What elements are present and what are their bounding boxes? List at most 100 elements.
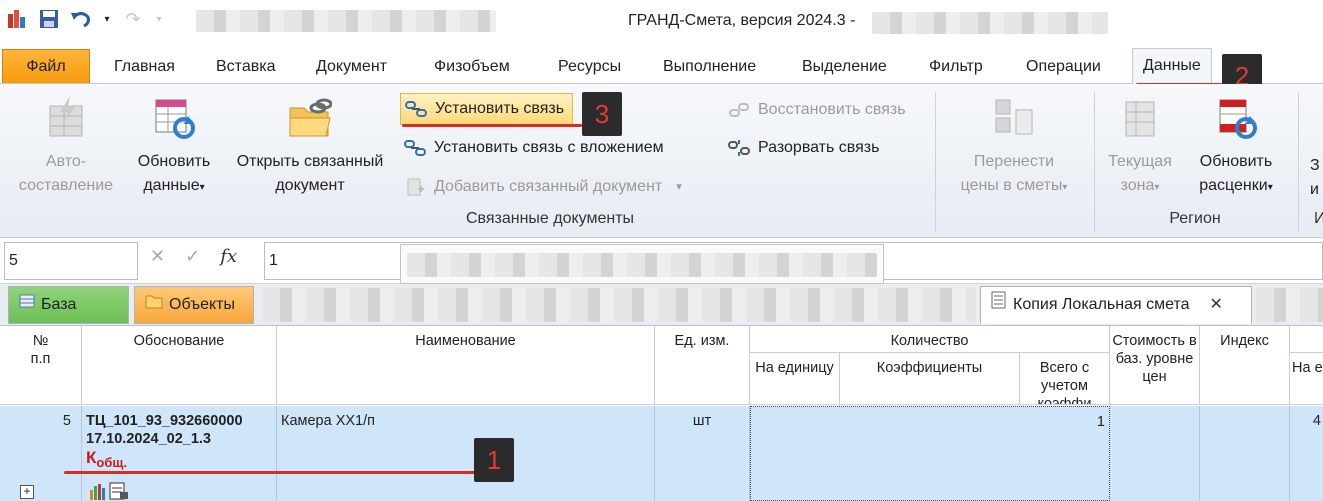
row-per-unit-cut-cell[interactable]: 4	[1290, 406, 1323, 501]
add-linked-dropdown-icon: ▾	[676, 181, 682, 193]
expand-row-icon[interactable]: +	[20, 485, 34, 499]
tab-data[interactable]: Данные	[1132, 48, 1212, 85]
tab-selection[interactable]: Выделение	[792, 50, 897, 84]
restore-link-button: Восстановить связь	[728, 96, 906, 124]
header-total-label: Всего с учетом коэффи	[1037, 360, 1092, 405]
open-linked-document-button[interactable]: Открыть связанный документ	[226, 96, 394, 198]
link-nested-icon	[404, 138, 426, 158]
blurred-next-tab	[1256, 288, 1323, 322]
basis-date: 17.10.2024_02_1.3	[86, 431, 211, 447]
tab-document[interactable]: Документ	[306, 50, 397, 84]
auto-compose-icon	[44, 96, 88, 140]
tab-operations[interactable]: Операции	[1016, 50, 1111, 84]
function-icon[interactable]: fx	[220, 246, 237, 267]
update-data-label-2: данные▾	[143, 177, 205, 194]
tab-base[interactable]: База	[8, 286, 129, 324]
save-icon[interactable]	[38, 8, 60, 30]
tab-file[interactable]: Файл	[2, 49, 90, 83]
undo-dropdown-icon[interactable]: ▾	[102, 8, 112, 30]
cut-off-button[interactable]: З и	[1310, 154, 1323, 202]
item-unit: шт	[692, 413, 712, 429]
cancel-icon[interactable]: ✕	[150, 246, 165, 267]
update-data-label-1: Обновить	[137, 153, 211, 170]
open-linked-document-icon	[288, 96, 333, 140]
blurred-qat-area	[196, 10, 496, 32]
row-number-cell[interactable]: 5 +	[0, 406, 82, 501]
header-number: № п.п	[0, 326, 82, 405]
set-link-button[interactable]: Установить связь	[400, 93, 574, 125]
group-linked-documents: Связанные документы	[465, 210, 635, 227]
cut-off-label-1: З	[1310, 157, 1320, 174]
tab-physical-volume[interactable]: Физобъем	[424, 50, 520, 84]
set-link-nested-label: Установить связь с вложением	[434, 139, 664, 156]
header-per-unit-cut-label: На е	[1292, 360, 1323, 376]
break-link-button[interactable]: Разорвать связь	[728, 134, 879, 162]
header-base-cost-label: Стоимость в баз. уровне цен	[1112, 333, 1197, 385]
tab-objects[interactable]: Объекты	[134, 286, 254, 324]
tab-insert[interactable]: Вставка	[206, 50, 285, 84]
row-unit-cell[interactable]: шт	[655, 406, 750, 501]
coefficient-subscript: общ.	[96, 455, 127, 470]
auto-compose-button: Авто- составление	[10, 96, 122, 198]
header-number-label: № п.п	[30, 333, 51, 367]
row-name-cell[interactable]: Камера ХХ1/п	[277, 406, 655, 501]
row-quantity-cell[interactable]: 1	[750, 406, 1110, 501]
update-rates-button[interactable]: Обновить расценки▾	[1186, 96, 1286, 200]
set-link-nested-button[interactable]: Установить связь с вложением	[404, 134, 664, 162]
tab-home[interactable]: Главная	[104, 50, 185, 84]
restore-link-label: Восстановить связь	[758, 101, 906, 118]
confirm-icon[interactable]: ✓	[185, 246, 200, 267]
annotation-callout-1: 1	[474, 438, 514, 482]
tab-execution[interactable]: Выполнение	[653, 50, 766, 84]
header-unit: Ед. изм.	[655, 326, 750, 405]
close-tab-icon[interactable]: ✕	[1210, 286, 1223, 324]
auto-compose-label-1: Авто-	[45, 153, 87, 170]
tab-local-estimate-copy[interactable]: Копия Локальная смета ✕	[980, 286, 1252, 324]
quick-access-toolbar: ▾ ↷ ▾	[6, 8, 164, 30]
database-icon	[19, 286, 35, 324]
break-link-icon	[728, 138, 750, 158]
restore-link-icon	[728, 100, 750, 120]
item-name: Камера ХХ1/п	[281, 413, 375, 429]
header-name: Наименование	[277, 326, 655, 405]
per-unit-cut-value: 4	[1312, 413, 1321, 429]
blurred-tabs	[262, 288, 976, 322]
tab-filter[interactable]: Фильтр	[919, 50, 993, 84]
open-linked-label-1: Открыть связанный	[236, 153, 384, 170]
group-cut-off: И	[1314, 210, 1323, 227]
transfer-prices-button: Перенести цены в сметы▾	[944, 96, 1084, 200]
redo-icon: ↷	[125, 8, 141, 29]
header-per-unit-label: На единицу	[755, 360, 834, 376]
cell-reference-box[interactable]: 5	[4, 242, 138, 280]
header-per-unit-cut: На е	[1290, 353, 1323, 405]
row-base-cost-cell[interactable]	[1110, 406, 1200, 501]
add-document-icon	[404, 177, 426, 197]
estimate-grid: № п.п Обоснование Наименование Ед. изм. …	[0, 326, 1323, 501]
ribbon-tabs: Файл Главная Вставка Документ Физобъем Р…	[0, 44, 1323, 85]
header-basis-label: Обоснование	[133, 333, 225, 349]
formula-buttons: ✕ ✓ fx	[150, 246, 237, 267]
row-index-cell[interactable]	[1200, 406, 1290, 501]
update-data-button[interactable]: Обновить данные▾	[126, 96, 222, 200]
current-zone-label-1: Текущая	[1108, 153, 1172, 170]
header-per-unit: На единицу	[750, 353, 840, 405]
row-number: 5	[62, 413, 71, 429]
cut-off-label-2: и	[1310, 181, 1319, 198]
header-quantity: Количество	[750, 326, 1110, 353]
window-title: ГРАНД-Смета, версия 2024.3 -	[628, 12, 856, 29]
blurred-popup-content	[407, 253, 877, 277]
header-unit-label: Ед. изм.	[674, 333, 730, 349]
undo-icon[interactable]	[70, 8, 92, 30]
document-icon	[991, 286, 1007, 324]
update-rates-label-1: Обновить	[1199, 153, 1273, 170]
annotation-line-1	[64, 471, 514, 474]
auto-compose-label-2: составление	[18, 177, 114, 194]
annotation-line-3	[402, 124, 582, 127]
row-basis-cell[interactable]: ТЦ_101_93_932660000 17.10.2024_02_1.3 Ко…	[82, 406, 277, 501]
group-region: Регион	[1169, 210, 1221, 227]
add-linked-document-button: Добавить связанный документ ▾	[404, 173, 682, 201]
tab-base-label: База	[41, 296, 77, 313]
ribbon-separator	[1298, 92, 1299, 232]
folder-icon	[145, 286, 163, 324]
tab-resources[interactable]: Ресурсы	[548, 50, 631, 84]
